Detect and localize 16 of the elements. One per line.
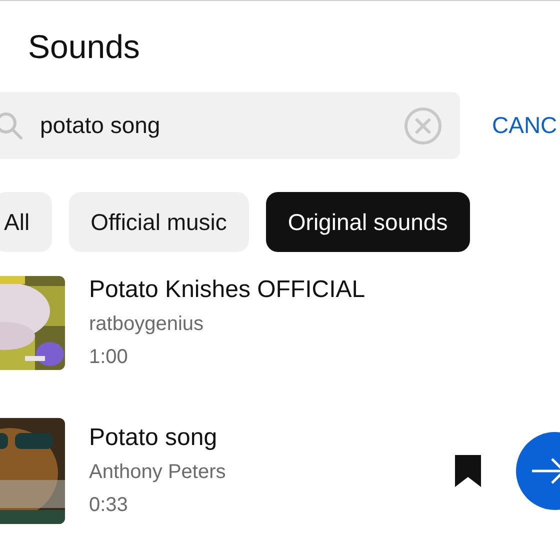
sound-duration: 1:00 bbox=[89, 345, 128, 370]
filter-chip[interactable]: Official music bbox=[68, 192, 249, 252]
sound-author: Anthony Peters bbox=[89, 460, 226, 485]
arrow-icon bbox=[532, 456, 560, 486]
search-query: potato song bbox=[40, 111, 162, 140]
cancel-button[interactable]: CANC bbox=[492, 108, 558, 143]
sound-title: Potato song bbox=[89, 423, 218, 453]
sound-title: Potato Knishes OFFICIAL bbox=[89, 275, 366, 305]
page-title: Sounds bbox=[28, 27, 140, 67]
search-field[interactable]: potato song bbox=[0, 92, 460, 159]
sound-duration: 0:33 bbox=[89, 493, 128, 518]
sound-author: ratboygenius bbox=[89, 312, 204, 337]
filter-chip[interactable]: Original sounds bbox=[266, 192, 470, 252]
search-icon bbox=[0, 110, 24, 140]
filter-chip[interactable]: All bbox=[0, 192, 52, 252]
bookmark-icon[interactable] bbox=[454, 454, 482, 488]
